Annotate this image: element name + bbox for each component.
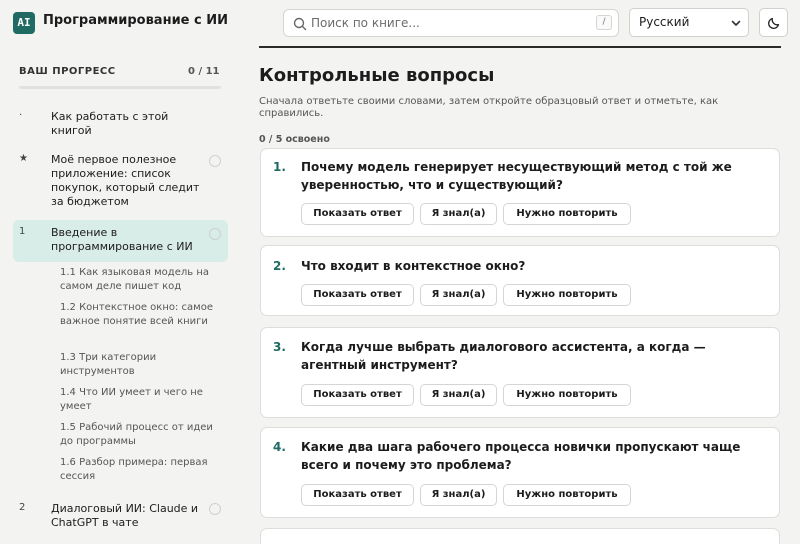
sidebar-subitem-1-2[interactable]: 1.2 Контекстное окно: самое важное понят…	[60, 301, 225, 329]
sidebar-item-label: Введение в программирование с ИИ	[51, 226, 193, 253]
star-icon: ★	[19, 153, 28, 164]
sidebar-item-chapter-1[interactable]: 1 Введение в программирование с ИИ	[13, 220, 228, 262]
language-value: Русский	[639, 15, 690, 29]
show-answer-button[interactable]: Показать ответ	[301, 484, 414, 506]
needs-review-button[interactable]: Нужно повторить	[503, 484, 631, 506]
sidebar-subitem-1-6[interactable]: 1.6 Разбор примера: первая сессия	[60, 456, 225, 484]
sidebar-subitem-1-1[interactable]: 1.1 Как языковая модель на самом деле пи…	[60, 266, 225, 294]
language-select[interactable]: Русский	[629, 8, 749, 37]
sidebar-item-number: 1	[19, 226, 26, 237]
divider	[259, 46, 781, 48]
question-number: 2.	[273, 259, 286, 273]
page-description: Сначала ответьте своими словами, затем о…	[259, 96, 719, 119]
knew-it-button[interactable]: Я знал(а)	[420, 484, 497, 506]
question-card	[260, 528, 780, 544]
sidebar-item-label: Диалоговый ИИ: Claude и ChatGPT в чате	[51, 502, 199, 529]
search-input[interactable]	[311, 10, 591, 36]
moon-icon	[768, 17, 780, 29]
app-logo[interactable]: AI	[13, 12, 35, 34]
completion-circle-icon[interactable]	[209, 503, 221, 515]
question-text: Когда лучше выбрать диалогового ассистен…	[301, 340, 706, 372]
search-icon	[293, 17, 307, 31]
sidebar-item-chapter-2[interactable]: 2 Диалоговый ИИ: Claude и ChatGPT в чате	[13, 498, 228, 534]
sidebar-item-first-app[interactable]: ★ Моё первое полезное приложение: список…	[13, 149, 228, 213]
completion-circle-icon[interactable]	[209, 155, 221, 167]
sidebar-subitem-1-3[interactable]: 1.3 Три категории инструментов	[60, 351, 225, 379]
question-number: 4.	[273, 440, 286, 454]
search-shortcut-hint: /	[596, 15, 612, 30]
sidebar-subitem-1-5[interactable]: 1.5 Рабочий процесс от идеи до программы	[60, 421, 225, 449]
knew-it-button[interactable]: Я знал(а)	[420, 284, 497, 306]
question-number: 1.	[273, 160, 286, 174]
needs-review-button[interactable]: Нужно повторить	[503, 203, 631, 225]
question-card: 3. Когда лучше выбрать диалогового ассис…	[260, 327, 780, 418]
question-card: 4. Какие два шага рабочего процесса нови…	[260, 427, 780, 518]
knew-it-button[interactable]: Я знал(а)	[420, 203, 497, 225]
show-answer-button[interactable]: Показать ответ	[301, 203, 414, 225]
knew-it-button[interactable]: Я знал(а)	[420, 384, 497, 406]
main-content: Контрольные вопросы Сначала ответьте сво…	[259, 46, 800, 544]
question-text: Что входит в контекстное окно?	[301, 259, 526, 273]
progress-label: ВАШ ПРОГРЕСС	[19, 66, 116, 77]
sidebar: ВАШ ПРОГРЕСС 0 / 11 · Как работать с это…	[0, 46, 240, 544]
question-card: 2. Что входит в контекстное окно? Показа…	[260, 245, 780, 316]
progress-bar	[19, 86, 221, 89]
sidebar-subitem-1-4[interactable]: 1.4 Что ИИ умеет и чего не умеет	[60, 386, 225, 414]
show-answer-button[interactable]: Показать ответ	[301, 284, 414, 306]
theme-toggle-button[interactable]	[759, 8, 788, 37]
completion-circle-icon[interactable]	[209, 228, 221, 240]
show-answer-button[interactable]: Показать ответ	[301, 384, 414, 406]
question-text: Какие два шага рабочего процесса новички…	[301, 440, 741, 472]
sidebar-item-how-to-use[interactable]: · Как работать с этой книгой	[13, 106, 228, 142]
top-header: AI Программирование с ИИ / Русский	[0, 0, 800, 46]
needs-review-button[interactable]: Нужно повторить	[503, 384, 631, 406]
progress-count: 0 / 11	[188, 66, 220, 77]
sidebar-item-label: Как работать с этой книгой	[51, 110, 169, 137]
question-card: 1. Почему модель генерирует несуществующ…	[260, 148, 780, 237]
search-box[interactable]: /	[283, 9, 619, 37]
mastered-count: 0 / 5 освоено	[259, 134, 330, 145]
needs-review-button[interactable]: Нужно повторить	[503, 284, 631, 306]
question-text: Почему модель генерирует несуществующий …	[301, 160, 732, 192]
app-title[interactable]: Программирование с ИИ	[43, 13, 228, 28]
sidebar-item-label: Моё первое полезное приложение: список п…	[51, 153, 200, 208]
question-number: 3.	[273, 340, 286, 354]
sidebar-item-marker: ·	[19, 110, 23, 121]
page-title: Контрольные вопросы	[259, 65, 495, 86]
sidebar-item-number: 2	[19, 502, 26, 513]
chevron-down-icon	[731, 20, 741, 26]
